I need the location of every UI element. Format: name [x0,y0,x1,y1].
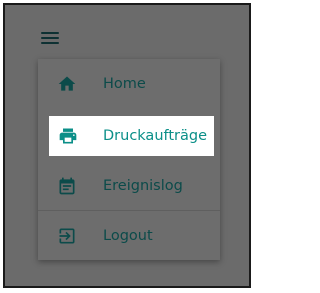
menu-item-ereignislog[interactable]: Ereignislog [38,167,220,205]
menu-item-home[interactable]: Home [38,65,220,103]
printer-icon [58,126,78,146]
logout-icon [57,226,77,246]
menu-item-label: Home [103,76,146,92]
navigation-menu: Home Ereignislog Logout [38,59,220,260]
menu-item-label: Druckaufträge [103,128,208,144]
menu-item-logout[interactable]: Logout [38,217,220,255]
menu-item-label: Ereignislog [103,178,183,194]
menu-item-druckauftraege[interactable]: Druckaufträge [49,116,214,156]
hamburger-menu-icon[interactable] [41,32,59,45]
app-frame: Home Ereignislog Logout Druckaufträge [3,3,251,288]
menu-divider [38,210,220,211]
home-icon [57,74,77,94]
calendar-icon [57,176,77,196]
menu-item-label: Logout [103,228,153,244]
